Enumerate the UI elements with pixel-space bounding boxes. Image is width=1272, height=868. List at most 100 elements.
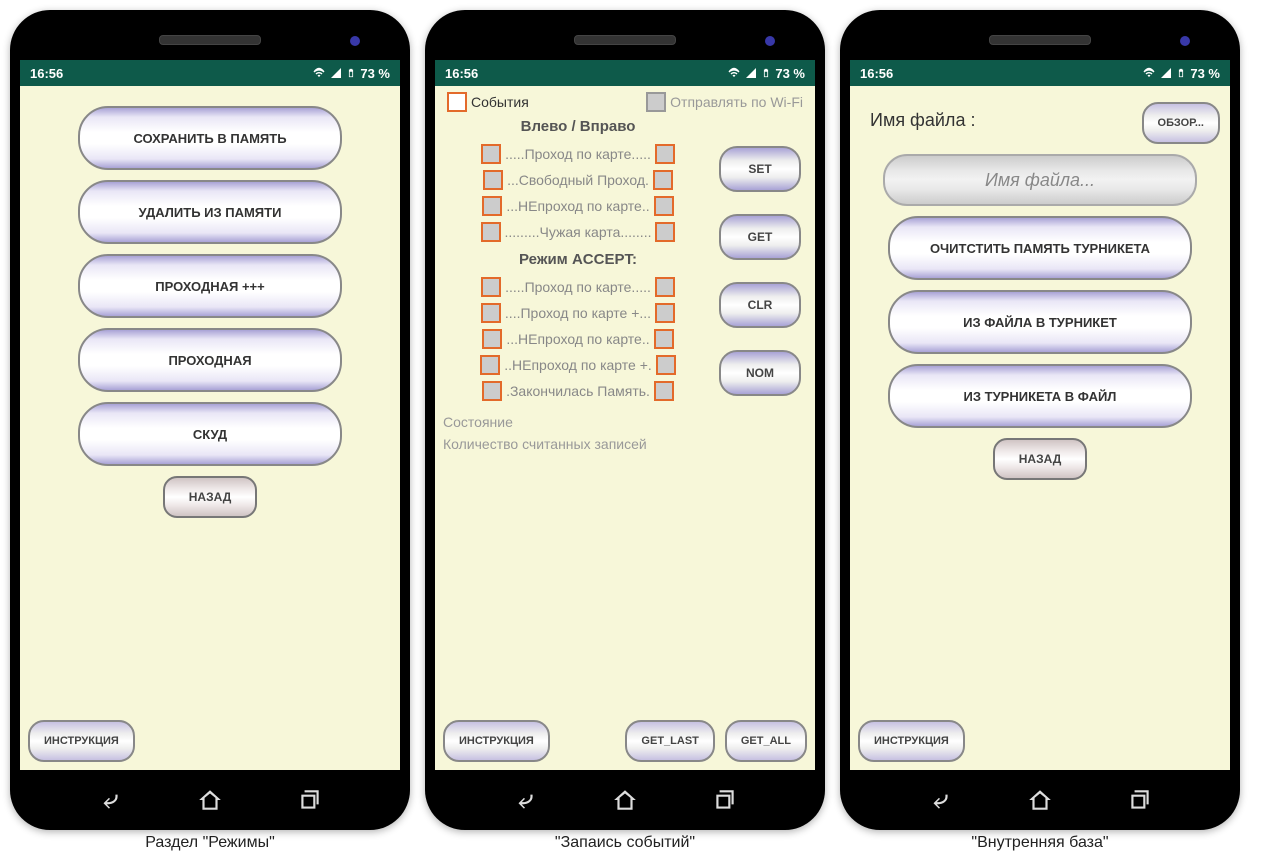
wifi-label: Отправлять по Wi-Fi	[670, 94, 803, 110]
wifi-checkbox[interactable]	[646, 92, 666, 112]
back-nav-icon[interactable]	[97, 787, 123, 813]
speaker-grille	[574, 35, 676, 45]
filename-input[interactable]: Имя файла...	[883, 154, 1197, 206]
bottom-bar: ИНСТРУКЦИЯ	[28, 720, 392, 762]
section2-title: Режим ACCEPT:	[443, 251, 713, 268]
home-nav-icon[interactable]	[197, 787, 223, 813]
cb-s2-1-right[interactable]	[655, 303, 675, 323]
status-bar: 16:56 73 %	[20, 60, 400, 86]
recent-nav-icon[interactable]	[297, 787, 323, 813]
back-button[interactable]: НАЗАД	[163, 476, 257, 518]
sensor-dot	[350, 36, 360, 46]
recent-nav-icon[interactable]	[712, 787, 738, 813]
clr-button[interactable]: CLR	[719, 282, 801, 328]
walkway-plus-button[interactable]: ПРОХОДНАЯ +++	[78, 254, 342, 318]
home-nav-icon[interactable]	[1027, 787, 1053, 813]
cb-s1-2-left[interactable]	[482, 196, 502, 216]
s2-row2-label: ...НЕпроход по карте..	[506, 331, 649, 347]
nav-bar	[20, 770, 400, 830]
cb-s2-0-left[interactable]	[481, 277, 501, 297]
file-to-turnstile-button[interactable]: ИЗ ФАЙЛА В ТУРНИКЕТ	[888, 290, 1192, 354]
app-body-events: События Отправлять по Wi-Fi Влево / Впра…	[435, 86, 815, 770]
cb-s1-3-left[interactable]	[481, 222, 501, 242]
save-memory-button[interactable]: СОХРАНИТЬ В ПАМЯТЬ	[78, 106, 342, 170]
browse-button[interactable]: ОБЗОР...	[1142, 102, 1220, 144]
instruction-button[interactable]: ИНСТРУКЦИЯ	[858, 720, 965, 762]
s2-row0-label: .....Проход по карте.....	[505, 279, 651, 295]
s1-row3-label: .........Чужая карта........	[505, 224, 652, 240]
cb-s1-1-left[interactable]	[483, 170, 503, 190]
s2-row0: .....Проход по карте.....	[443, 274, 713, 300]
s2-row4: .Закончилась Память.	[443, 378, 713, 404]
nom-button[interactable]: NOM	[719, 350, 801, 396]
phone-database: 16:56 73 % Имя файла : ОБЗОР... Имя файл…	[840, 10, 1240, 830]
home-nav-icon[interactable]	[612, 787, 638, 813]
recent-nav-icon[interactable]	[1127, 787, 1153, 813]
battery-icon	[761, 66, 771, 80]
back-button[interactable]: НАЗАД	[993, 438, 1087, 480]
caption-events: "Запаись событий"	[555, 834, 695, 852]
screen: 16:56 73 % События Отправлять по Wi-Fi	[435, 60, 815, 770]
s2-row1-label: ....Проход по карте +...	[505, 305, 651, 321]
turnstile-to-file-button[interactable]: ИЗ ТУРНИКЕТА В ФАЙЛ	[888, 364, 1192, 428]
cb-s2-4-right[interactable]	[654, 381, 674, 401]
wifi-icon	[1142, 67, 1156, 79]
caption-modes: Раздел "Режимы"	[145, 834, 275, 852]
sensor-dot	[765, 36, 775, 46]
walkway-button[interactable]: ПРОХОДНАЯ	[78, 328, 342, 392]
s2-row1: ....Проход по карте +...	[443, 300, 713, 326]
cb-s1-2-right[interactable]	[654, 196, 674, 216]
delete-memory-button[interactable]: УДАЛИТЬ ИЗ ПАМЯТИ	[78, 180, 342, 244]
nav-bar	[850, 770, 1230, 830]
instruction-button[interactable]: ИНСТРУКЦИЯ	[28, 720, 135, 762]
skud-button[interactable]: СКУД	[78, 402, 342, 466]
bottom-bar: ИНСТРУКЦИЯ	[858, 720, 1222, 762]
signal-icon	[1160, 67, 1172, 79]
caption-database: "Внутренняя база"	[971, 834, 1108, 852]
status-label: Состояние	[443, 414, 713, 430]
s1-row1-label: ...Свободный Проход.	[507, 172, 649, 188]
phone-top	[20, 20, 400, 60]
s1-row1: ...Свободный Проход.	[443, 167, 713, 193]
cb-s2-3-left[interactable]	[480, 355, 500, 375]
get-last-button[interactable]: GET_LAST	[625, 720, 714, 762]
status-icons: 73 %	[312, 66, 390, 81]
cb-s1-0-left[interactable]	[481, 144, 501, 164]
s2-row3: ..НЕпроход по карте +.	[443, 352, 713, 378]
status-icons: 73 %	[1142, 66, 1220, 81]
signal-icon	[330, 67, 342, 79]
speaker-grille	[159, 35, 261, 45]
back-nav-icon[interactable]	[512, 787, 538, 813]
sensor-dot	[1180, 36, 1190, 46]
cb-s1-0-right[interactable]	[655, 144, 675, 164]
battery-percent: 73 %	[775, 66, 805, 81]
cb-s1-3-right[interactable]	[655, 222, 675, 242]
battery-icon	[1176, 66, 1186, 80]
phone-modes: 16:56 73 % СОХРАНИТЬ В ПАМЯТЬ УДАЛИТЬ ИЗ…	[10, 10, 410, 830]
events-label: События	[471, 94, 529, 110]
cb-s2-4-left[interactable]	[482, 381, 502, 401]
get-all-button[interactable]: GET_ALL	[725, 720, 807, 762]
cb-s2-0-right[interactable]	[655, 277, 675, 297]
cb-s2-2-right[interactable]	[654, 329, 674, 349]
wifi-icon	[312, 67, 326, 79]
instruction-button[interactable]: ИНСТРУКЦИЯ	[443, 720, 550, 762]
cb-s2-2-left[interactable]	[482, 329, 502, 349]
get-button[interactable]: GET	[719, 214, 801, 260]
events-checkbox[interactable]	[447, 92, 467, 112]
cb-s2-3-right[interactable]	[656, 355, 676, 375]
clear-memory-button[interactable]: ОЧИТСТИТЬ ПАМЯТЬ ТУРНИКЕТА	[888, 216, 1192, 280]
cb-s1-1-right[interactable]	[653, 170, 673, 190]
signal-icon	[745, 67, 757, 79]
s1-row2-label: ...НЕпроход по карте..	[506, 198, 649, 214]
filename-label: Имя файла :	[860, 96, 985, 131]
cb-s2-1-left[interactable]	[481, 303, 501, 323]
phone-top	[435, 20, 815, 60]
back-nav-icon[interactable]	[927, 787, 953, 813]
status-icons: 73 %	[727, 66, 805, 81]
battery-icon	[346, 66, 356, 80]
s2-row4-label: .Закончилась Память.	[506, 383, 650, 399]
set-button[interactable]: SET	[719, 146, 801, 192]
battery-percent: 73 %	[1190, 66, 1220, 81]
app-body-modes: СОХРАНИТЬ В ПАМЯТЬ УДАЛИТЬ ИЗ ПАМЯТИ ПРО…	[20, 86, 400, 770]
